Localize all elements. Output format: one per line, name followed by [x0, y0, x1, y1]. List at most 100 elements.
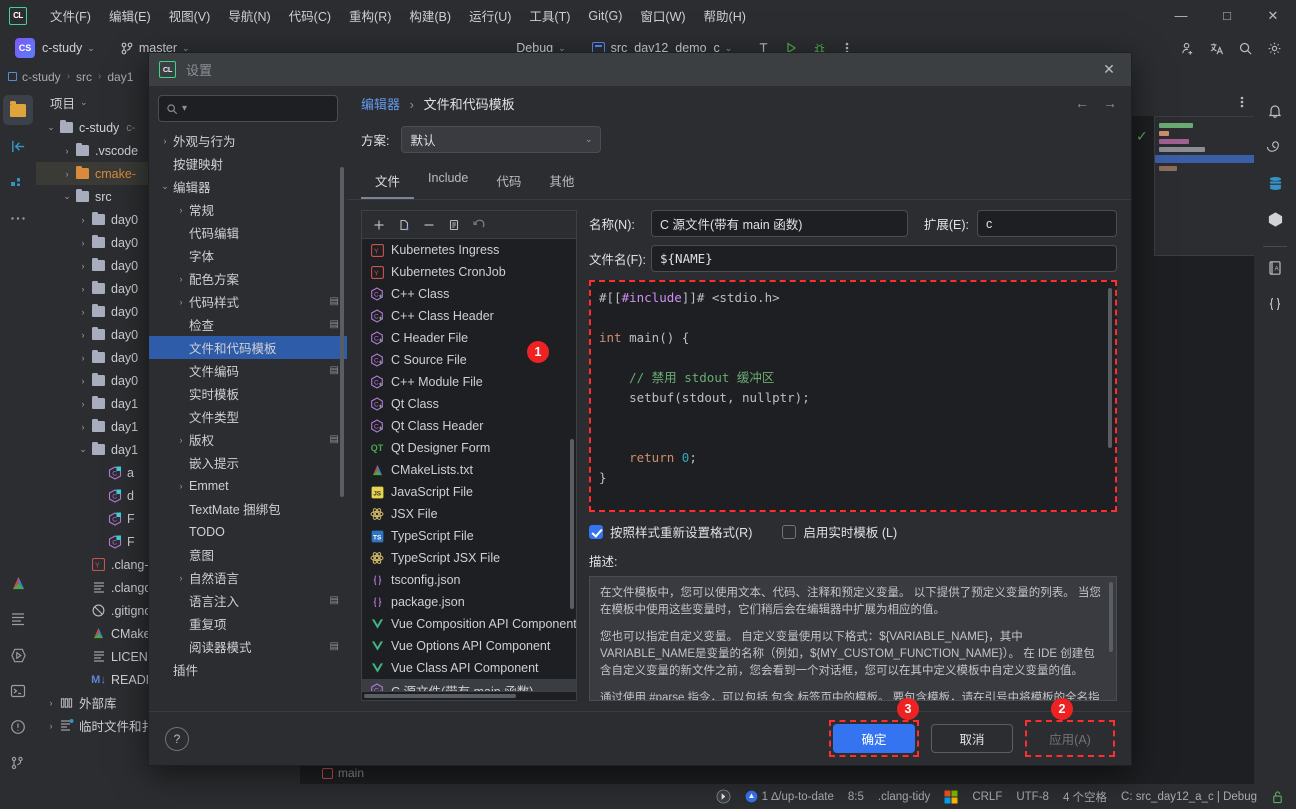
- settings-tree-item[interactable]: 检查▤: [149, 313, 347, 336]
- lock-icon[interactable]: [1271, 790, 1284, 804]
- inspection-status[interactable]: 1 ∆/up-to-date: [745, 790, 834, 803]
- settings-tree-item[interactable]: TODO: [149, 520, 347, 543]
- menu-tools[interactable]: 工具(T): [520, 2, 579, 29]
- chevron-right-icon[interactable]: ›: [173, 481, 189, 491]
- breadcrumb-item-0[interactable]: c-study: [22, 70, 61, 84]
- menu-edit[interactable]: 编辑(E): [100, 2, 160, 29]
- close-button[interactable]: ✕: [1250, 0, 1296, 31]
- template-list-item[interactable]: CC++ Class Header: [362, 305, 576, 327]
- settings-tree-item[interactable]: ›版权▤: [149, 428, 347, 451]
- chevron-right-icon[interactable]: ›: [76, 261, 90, 271]
- template-list-item[interactable]: YKubernetes Ingress: [362, 239, 576, 261]
- template-filename-input[interactable]: ${NAME}: [651, 245, 1117, 272]
- settings-tree-scrollbar[interactable]: [340, 167, 344, 497]
- copy-settings-icon[interactable]: ▤: [330, 434, 339, 445]
- settings-tree-item[interactable]: 代码编辑: [149, 221, 347, 244]
- chevron-right-icon[interactable]: ›: [76, 353, 90, 363]
- copy-settings-icon[interactable]: ▤: [330, 365, 339, 376]
- template-list-item[interactable]: CC++ Module File: [362, 371, 576, 393]
- template-name-input[interactable]: C 源文件(带有 main 函数): [651, 210, 908, 237]
- problems-icon[interactable]: [3, 712, 33, 742]
- breadcrumb-item-1[interactable]: src: [76, 70, 92, 84]
- run-tool-icon[interactable]: [3, 640, 33, 670]
- chevron-right-icon[interactable]: ›: [44, 698, 58, 708]
- settings-tree-item[interactable]: 文件类型: [149, 405, 347, 428]
- project-folder-icon[interactable]: [3, 95, 33, 125]
- settings-tree-item[interactable]: 文件和代码模板: [149, 336, 347, 359]
- settings-tree-item[interactable]: 嵌入提示: [149, 451, 347, 474]
- template-list-item[interactable]: package.json: [362, 591, 576, 613]
- tab-includes[interactable]: Include: [414, 163, 482, 199]
- toolchain-icon[interactable]: [944, 790, 958, 804]
- chevron-right-icon[interactable]: ›: [76, 307, 90, 317]
- chevron-right-icon[interactable]: ›: [173, 205, 189, 215]
- docker-icon[interactable]: [1260, 204, 1290, 234]
- settings-tree-item[interactable]: 插件: [149, 658, 347, 681]
- template-list-item[interactable]: Vue Class API Component: [362, 657, 576, 679]
- settings-tree-item[interactable]: ›自然语言: [149, 566, 347, 589]
- nav-forward-icon[interactable]: →: [1103, 95, 1117, 111]
- build-profile-status[interactable]: C: src_day12_a_c | Debug: [1121, 791, 1257, 803]
- template-code-editor[interactable]: #[[#include]]# <stdio.h> int main() { //…: [589, 280, 1117, 512]
- chevron-right-icon[interactable]: ›: [76, 284, 90, 294]
- template-list-item[interactable]: Vue Composition API Component: [362, 613, 576, 635]
- chevron-down-icon[interactable]: ⌄: [80, 97, 88, 108]
- chevron-right-icon[interactable]: ›: [173, 297, 189, 307]
- template-list-item[interactable]: CQt Class Header: [362, 415, 576, 437]
- minimize-button[interactable]: —: [1158, 0, 1204, 31]
- settings-tree-item[interactable]: 重复项: [149, 612, 347, 635]
- maximize-button[interactable]: □: [1204, 0, 1250, 31]
- template-list[interactable]: YKubernetes IngressYKubernetes CronJob CC…: [361, 238, 577, 692]
- menu-run[interactable]: 运行(U): [460, 2, 520, 29]
- notifications-bell-icon[interactable]: [1260, 96, 1290, 126]
- chevron-right-icon[interactable]: ›: [76, 238, 90, 248]
- chevron-right-icon[interactable]: ›: [157, 136, 173, 146]
- add-template-icon[interactable]: [368, 214, 390, 236]
- settings-breadcrumb-parent[interactable]: 编辑器: [361, 97, 400, 112]
- settings-tree-item[interactable]: ›代码样式▤: [149, 290, 347, 313]
- terminal-icon[interactable]: [3, 676, 33, 706]
- chevron-right-icon[interactable]: ›: [60, 169, 74, 179]
- ai-assistant-icon[interactable]: [1260, 132, 1290, 162]
- settings-search-input[interactable]: ▾: [158, 95, 338, 122]
- code-editor-scrollbar[interactable]: [1108, 288, 1112, 448]
- copy-settings-icon[interactable]: ▤: [330, 319, 339, 330]
- template-list-item[interactable]: tsconfig.json: [362, 569, 576, 591]
- settings-tree-item[interactable]: ›Emmet: [149, 474, 347, 497]
- chevron-right-icon[interactable]: ›: [173, 274, 189, 284]
- tab-code[interactable]: 代码: [482, 163, 535, 199]
- chevron-right-icon[interactable]: ›: [173, 573, 189, 583]
- copy-settings-icon[interactable]: ▤: [330, 641, 339, 652]
- menu-git[interactable]: Git(G): [579, 5, 631, 27]
- chevron-right-icon[interactable]: ›: [60, 146, 74, 156]
- description-scrollbar[interactable]: [1109, 582, 1113, 652]
- template-list-item[interactable]: CQt Class: [362, 393, 576, 415]
- help-button[interactable]: ?: [165, 727, 189, 751]
- settings-tree-item[interactable]: 实时模板: [149, 382, 347, 405]
- dictionary-icon[interactable]: A: [1260, 253, 1290, 283]
- chevron-down-icon[interactable]: ⌄: [157, 181, 173, 192]
- settings-tree-item[interactable]: ⌄编辑器: [149, 175, 347, 198]
- settings-tree-item[interactable]: 按键映射: [149, 152, 347, 175]
- settings-tree-item[interactable]: 意图: [149, 543, 347, 566]
- settings-tree-item[interactable]: 阅读器模式▤: [149, 635, 347, 658]
- template-list-item[interactable]: TSTypeScript File: [362, 525, 576, 547]
- cancel-button[interactable]: 取消: [931, 724, 1013, 753]
- remove-template-icon[interactable]: [418, 214, 440, 236]
- add-user-icon[interactable]: [1175, 35, 1201, 61]
- settings-tree-item[interactable]: ›常规: [149, 198, 347, 221]
- template-list-item[interactable]: YKubernetes CronJob: [362, 261, 576, 283]
- editor-more-icon[interactable]: [1240, 95, 1244, 109]
- todo-icon[interactable]: [3, 604, 33, 634]
- settings-tree-item[interactable]: ›外观与行为: [149, 129, 347, 152]
- json-braces-icon[interactable]: [1260, 289, 1290, 319]
- settings-tree-item[interactable]: 文件编码▤: [149, 359, 347, 382]
- clion-status-icon[interactable]: [716, 789, 731, 804]
- template-list-item[interactable]: Vue Options API Component: [362, 635, 576, 657]
- chevron-down-icon[interactable]: ⌄: [76, 444, 90, 455]
- copy-template-icon[interactable]: [393, 214, 415, 236]
- settings-tree-item[interactable]: 字体: [149, 244, 347, 267]
- git-tool-icon[interactable]: [3, 748, 33, 778]
- template-list-item[interactable]: CC 源文件(带有 main 函数): [362, 679, 576, 692]
- menu-window[interactable]: 窗口(W): [631, 2, 694, 29]
